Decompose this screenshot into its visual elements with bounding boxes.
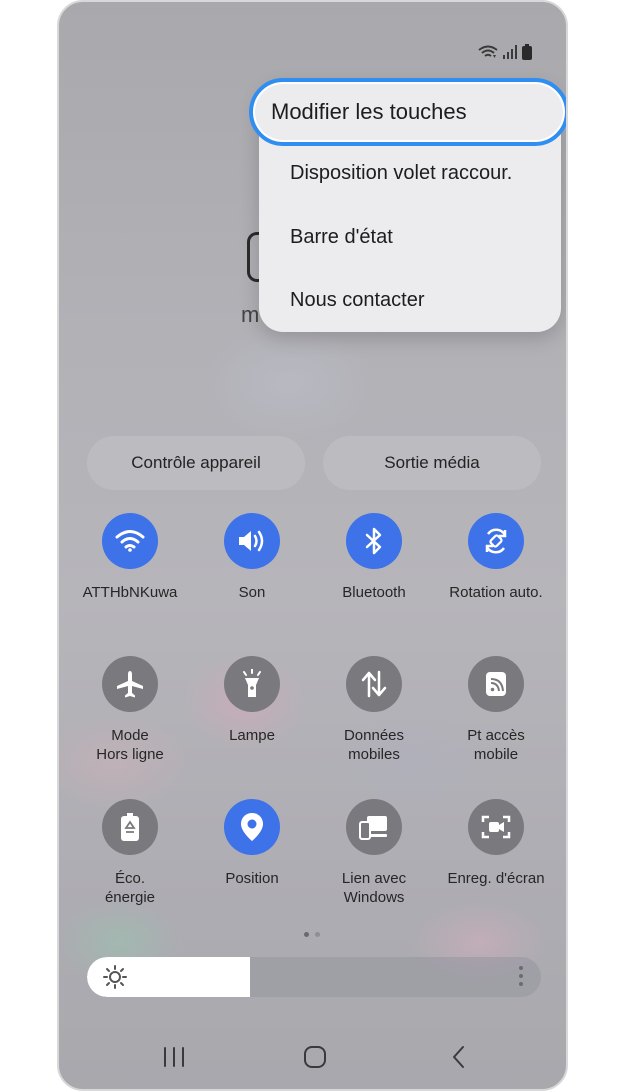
- rotation-icon: [485, 528, 507, 554]
- tile-sound[interactable]: Son: [191, 513, 313, 602]
- sound-toggle[interactable]: [224, 513, 280, 569]
- home-icon[interactable]: [302, 1042, 328, 1072]
- power-saving-toggle[interactable]: [102, 799, 158, 855]
- tile-label: Éco. énergie: [104, 870, 156, 906]
- wifi-toggle[interactable]: [102, 513, 158, 569]
- screen-recorder-icon: [481, 815, 511, 839]
- status-bar: [478, 44, 532, 60]
- screen-recorder-toggle[interactable]: [468, 799, 524, 855]
- mobile-data-icon: [361, 670, 387, 698]
- airplane-toggle[interactable]: [102, 656, 158, 712]
- hotspot-icon: [486, 672, 506, 696]
- phone-screen: m Contrôle appareil Sortie média ATTHbNK…: [57, 0, 568, 1091]
- tile-label: Pt accès mobile: [467, 727, 525, 763]
- tile-location[interactable]: Position: [191, 799, 313, 888]
- tile-airplane[interactable]: Mode Hors ligne: [69, 656, 191, 764]
- link-windows-toggle[interactable]: [346, 799, 402, 855]
- location-toggle[interactable]: [224, 799, 280, 855]
- tile-screen-recorder[interactable]: Enreg. d'écran: [435, 799, 557, 888]
- page-indicator: [304, 932, 320, 937]
- tile-label: Position: [225, 870, 279, 887]
- tile-label: Lampe: [229, 727, 275, 744]
- location-icon: [241, 813, 263, 841]
- hidden-text-fragment: m: [241, 302, 260, 327]
- recent-apps-icon[interactable]: [161, 1042, 187, 1072]
- hotspot-toggle[interactable]: [468, 656, 524, 712]
- tile-label: Enreg. d'écran: [447, 870, 545, 887]
- tile-label: Données mobiles: [343, 727, 405, 763]
- airplane-icon: [117, 671, 143, 698]
- tile-hotspot[interactable]: Pt accès mobile: [435, 656, 557, 764]
- flashlight-toggle[interactable]: [224, 656, 280, 712]
- tile-label: Rotation auto.: [449, 584, 543, 601]
- tile-rotation[interactable]: Rotation auto.: [435, 513, 557, 602]
- wifi-status-icon: [478, 45, 498, 58]
- sound-icon: [239, 530, 264, 552]
- tile-label: Lien avec Windows: [341, 870, 407, 906]
- brightness-slider[interactable]: [87, 957, 541, 997]
- mobile-data-toggle[interactable]: [346, 656, 402, 712]
- wifi-icon: [115, 530, 145, 552]
- navigation-bar: [59, 1042, 566, 1074]
- flashlight-icon: [243, 669, 261, 697]
- tile-bluetooth[interactable]: Bluetooth: [313, 513, 435, 602]
- menu-item-layout[interactable]: Disposition volet raccour.: [290, 162, 512, 185]
- tile-label: Bluetooth: [342, 584, 406, 601]
- battery-icon: [522, 44, 532, 60]
- sun-icon: [103, 965, 127, 989]
- bluetooth-icon: [365, 527, 382, 555]
- menu-item-edit-buttons[interactable]: Modifier les touches: [249, 78, 566, 146]
- bluetooth-toggle[interactable]: [346, 513, 402, 569]
- tile-label: Mode Hors ligne: [96, 727, 164, 763]
- tile-wifi[interactable]: ATTHbNKuwa: [69, 513, 191, 602]
- tile-mobile-data[interactable]: Données mobiles: [313, 656, 435, 764]
- more-options-icon[interactable]: [519, 966, 523, 986]
- link-windows-icon: [359, 816, 387, 840]
- tile-link-windows[interactable]: Lien avec Windows: [313, 799, 435, 907]
- tile-power-saving[interactable]: Éco. énergie: [69, 799, 191, 907]
- tile-label: ATTHbNKuwa: [82, 584, 178, 601]
- menu-item-contact-us[interactable]: Nous contacter: [290, 289, 425, 312]
- tile-label: Son: [238, 584, 266, 601]
- tile-flashlight[interactable]: Lampe: [191, 656, 313, 745]
- page-dot: [315, 932, 320, 937]
- power-saving-icon: [121, 813, 139, 841]
- device-control-button[interactable]: Contrôle appareil: [87, 436, 305, 490]
- back-icon[interactable]: [446, 1042, 472, 1072]
- menu-item-status-bar[interactable]: Barre d'état: [290, 226, 393, 249]
- rotation-toggle[interactable]: [468, 513, 524, 569]
- media-output-button[interactable]: Sortie média: [323, 436, 541, 490]
- page-dot-active: [304, 932, 309, 937]
- signal-icon: [503, 45, 517, 59]
